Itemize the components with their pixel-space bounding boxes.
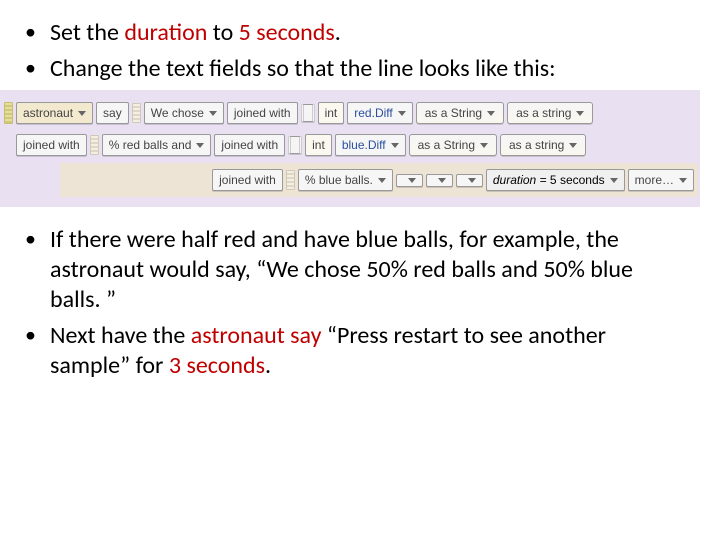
as-string-label: as a String <box>425 106 482 120</box>
top-bullets: Set the duration to 5 seconds. Change th… <box>0 18 700 84</box>
grab-handle[interactable] <box>286 170 295 190</box>
var-tile-reddiff[interactable]: red.Diff <box>347 102 412 124</box>
as-a-string-tile[interactable]: as a String <box>409 134 497 156</box>
joined-with-tile[interactable]: joined with <box>212 169 283 191</box>
bottom-bullets: If there were half red and have blue bal… <box>0 225 700 381</box>
t: . <box>335 18 341 47</box>
we-chose-label: We chose <box>151 106 204 120</box>
chevron-down-icon <box>391 143 399 148</box>
joined-with-tile[interactable]: joined with <box>227 102 298 124</box>
t: Next have the <box>50 321 191 350</box>
alice-row-2: joined with % red balls and joined with … <box>14 131 698 159</box>
more-tile[interactable]: more… <box>628 169 694 191</box>
joined-label: joined with <box>221 138 278 152</box>
int-tile[interactable]: int <box>318 102 345 124</box>
chevron-down-icon <box>468 178 476 183</box>
text-tile-we-chose[interactable]: We chose <box>144 102 224 124</box>
int-label: int <box>325 106 338 120</box>
chevron-down-icon <box>78 111 86 116</box>
reddiff-label: red.Diff <box>354 106 392 120</box>
three-seconds: 3 seconds <box>169 351 265 380</box>
joined-label: joined with <box>219 173 276 187</box>
joined-label: joined with <box>23 138 80 152</box>
say-label: say <box>103 106 122 120</box>
int-label: int <box>312 138 325 152</box>
dropdown-empty[interactable] <box>456 174 483 187</box>
chevron-down-icon <box>679 178 687 183</box>
alice-row-1: astronaut say We chose joined with int r… <box>2 99 698 127</box>
joined-label: joined with <box>234 106 291 120</box>
alice-row-3: joined with % blue balls. duration = 5 s… <box>60 163 698 197</box>
more-label: more… <box>635 173 674 187</box>
grab-handle[interactable] <box>90 135 99 155</box>
grab-handle[interactable] <box>132 103 141 123</box>
chevron-down-icon <box>487 111 495 116</box>
joined-with-tile[interactable]: joined with <box>16 134 87 156</box>
bullet-duration: Set the duration to 5 seconds. <box>50 18 680 48</box>
as-a-string-tile-2[interactable]: as a string <box>507 102 593 124</box>
chevron-down-icon <box>378 178 386 183</box>
method-tile-say[interactable]: say <box>96 102 129 124</box>
chevron-down-icon <box>438 178 446 183</box>
chevron-down-icon <box>408 178 416 183</box>
grab-handle[interactable] <box>4 102 13 124</box>
stack-divider <box>301 104 315 122</box>
red-balls-and-label: % red balls and <box>109 138 192 152</box>
chevron-down-icon <box>576 111 584 116</box>
text-tile-red-balls-and[interactable]: % red balls and <box>102 134 212 156</box>
duration-value: 5 <box>550 173 557 187</box>
chevron-down-icon <box>480 143 488 148</box>
object-tile-astronaut[interactable]: astronaut <box>16 102 93 124</box>
t: to <box>207 18 238 47</box>
astronaut-say: astronaut say <box>191 321 322 350</box>
as-string-label: as a String <box>418 138 475 152</box>
t: . <box>265 351 271 380</box>
bullet-example: If there were half red and have blue bal… <box>50 225 680 315</box>
bullet-change-text: Change the text fields so that the line … <box>50 54 680 84</box>
duration-tile[interactable]: duration = 5 seconds <box>486 169 625 191</box>
stack-divider <box>288 136 302 154</box>
chevron-down-icon <box>209 111 217 116</box>
t: Set the <box>50 18 124 47</box>
chevron-down-icon <box>610 178 618 183</box>
chevron-down-icon <box>196 143 204 148</box>
dropdown-empty[interactable] <box>396 174 423 187</box>
as-string-label-2: as a string <box>509 138 564 152</box>
bullet-press-restart: Next have the astronaut say “Press resta… <box>50 321 680 381</box>
duration-word: duration <box>124 18 207 47</box>
bluediff-label: blue.Diff <box>342 138 386 152</box>
alice-code-panel: astronaut say We chose joined with int r… <box>0 90 700 207</box>
astronaut-label: astronaut <box>23 106 73 120</box>
text-tile-blue-balls[interactable]: % blue balls. <box>298 169 393 191</box>
dropdown-empty[interactable] <box>426 174 453 187</box>
five-seconds: 5 seconds <box>239 18 335 47</box>
joined-with-tile[interactable]: joined with <box>214 134 285 156</box>
duration-unit: seconds <box>560 173 605 187</box>
blue-balls-label: % blue balls. <box>305 173 373 187</box>
as-string-label-2: as a string <box>516 106 571 120</box>
chevron-down-icon <box>398 111 406 116</box>
duration-label: duration = <box>493 173 547 187</box>
chevron-down-icon <box>569 143 577 148</box>
as-a-string-tile-2[interactable]: as a string <box>500 134 586 156</box>
int-tile[interactable]: int <box>305 134 332 156</box>
var-tile-bluediff[interactable]: blue.Diff <box>335 134 406 156</box>
as-a-string-tile[interactable]: as a String <box>416 102 504 124</box>
